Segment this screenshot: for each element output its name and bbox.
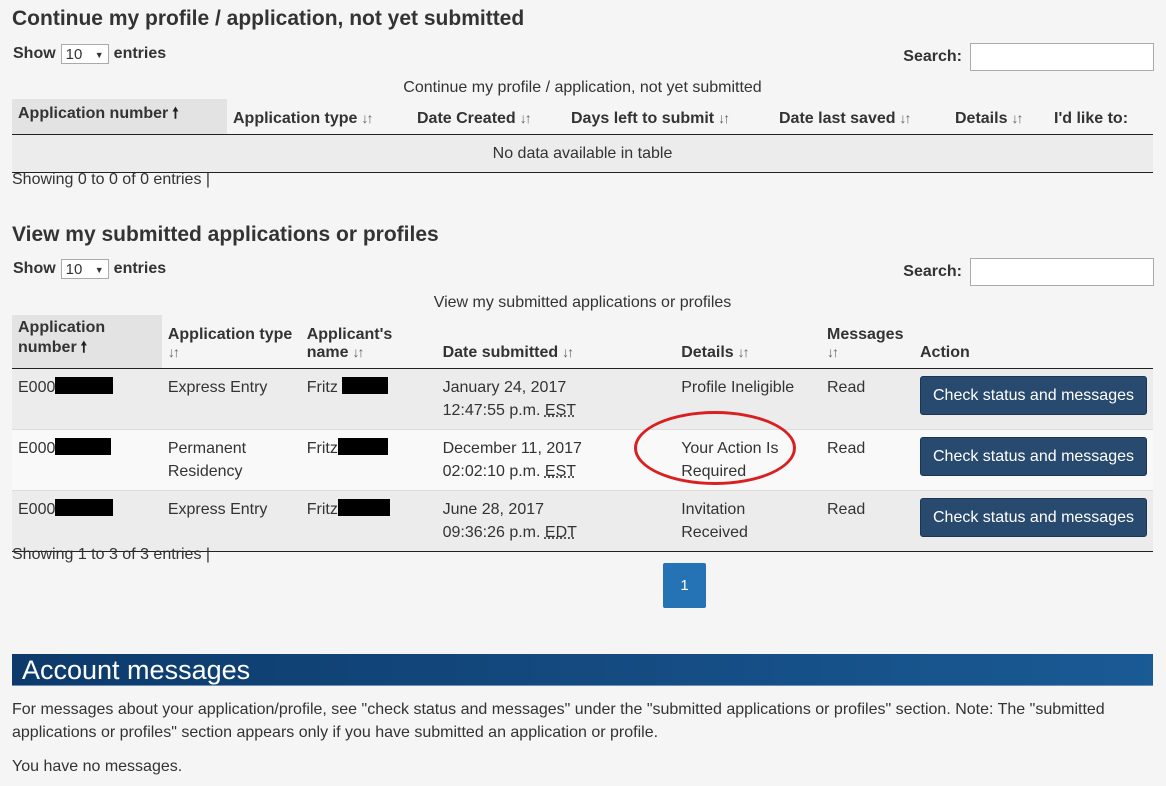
redacted-block [337,499,390,516]
submitted-table: Application number 🠕 Application type ↓↑ A… [12,315,1153,552]
table-row: E000 Express Entry Fritz June 28, 2017 09… [12,490,1153,552]
unsubmitted-table: Application number 🠕 Application type ↓↑ D… [12,99,1153,173]
redacted-block [337,438,388,455]
sort-icon: ↓↑ [562,344,574,360]
check-status-button[interactable]: Check status and messages [920,437,1147,476]
sort-icon: ↓↑ [826,344,839,360]
table-header-row: Application number 🠕 Application type ↓↑ D… [12,99,1153,135]
empty-message: No data available in table [12,134,1153,173]
timezone-abbr: EDT [544,524,577,541]
cell-date-submitted: January 24, 2017 12:47:55 p.m. EST [436,368,676,430]
cell-application-type: Permanent Residency [161,429,301,491]
pagination-page-1[interactable]: 1 [663,563,706,608]
col-header-days-left[interactable]: Days left to submit ↓↑ [565,99,773,135]
col-header-details[interactable]: Details ↓↑ [675,315,821,369]
col-header-messages[interactable]: Messages ↓↑ [820,315,914,369]
search-label: Search: [903,263,962,280]
redacted-block [342,377,389,394]
sort-icon: ↓↑ [167,344,180,360]
entries-label: entries [113,45,167,62]
col-header-actions: I'd like to: [1048,99,1153,135]
table-row: E000 Permanent Residency Fritz December … [12,429,1153,491]
table-header-row: Application number 🠕 Application type ↓↑ A… [12,315,1153,369]
cell-application-type: Express Entry [161,490,301,552]
chevron-down-icon: ▼ [94,265,104,275]
check-status-button[interactable]: Check status and messages [920,376,1147,415]
account-messages-banner: Account messages [12,654,1153,686]
redacted-block [55,499,114,516]
cell-action: Check status and messages [914,368,1153,430]
sort-asc-icon: 🠕 [80,339,88,356]
search-control: Search: [903,43,1154,71]
timezone-abbr: EST [544,463,577,480]
table-row: E000 Express Entry Fritz January 24, 201… [12,368,1153,430]
cell-applicant-name: Fritz [300,429,437,491]
search-label: Search: [903,48,962,65]
cell-application-number: E000 [12,490,162,552]
cell-application-type: Express Entry [161,368,301,430]
col-header-date-last-saved[interactable]: Date last saved ↓↑ [773,99,949,135]
sort-icon: ↓↑ [899,110,912,126]
page: Continue my profile / application, not y… [0,0,1166,786]
show-label: Show [13,45,56,62]
chevron-down-icon: ▼ [94,50,104,60]
col-header-date-submitted[interactable]: Date submitted ↓↑ [436,315,676,369]
cell-messages: Read [820,490,914,552]
show-label: Show [13,260,56,277]
col-header-application-number[interactable]: Application number 🠕 [12,99,227,135]
col-header-details[interactable]: Details ↓↑ [949,99,1048,135]
cell-action: Check status and messages [914,490,1153,552]
table-row-empty: No data available in table [12,134,1153,173]
search-control: Search: [903,258,1154,286]
col-header-applicant-name[interactable]: Applicant's name ↓↑ [300,315,437,369]
section-title-unsubmitted: Continue my profile / application, not y… [12,7,525,30]
table-info: Showing 1 to 3 of 3 entries | [12,546,211,563]
cell-messages: Read [820,429,914,491]
redacted-block [55,438,112,455]
check-status-button[interactable]: Check status and messages [920,498,1147,537]
col-header-application-number[interactable]: Application number 🠕 [12,315,162,369]
entries-label: entries [113,260,167,277]
cell-applicant-name: Fritz [300,490,437,552]
search-input[interactable] [970,258,1154,286]
col-header-application-type[interactable]: Application type ↓↑ [161,315,301,369]
sort-icon: ↓↑ [352,344,365,360]
sort-asc-icon: 🠕 [172,105,179,122]
highlight-circle [634,411,796,485]
sort-icon: ↓↑ [361,110,373,126]
entries-length-control: Show 10 ▼ entries [13,44,166,64]
cell-applicant-name: Fritz [300,368,437,430]
sort-icon: ↓↑ [519,110,532,126]
entries-length-control: Show 10 ▼ entries [13,259,166,279]
entries-select[interactable]: 10 ▼ [60,259,109,279]
timezone-abbr: EST [544,402,577,419]
cell-details: Invitation Received [675,490,821,552]
no-messages-text: You have no messages. [12,758,183,775]
table-caption: Continue my profile / application, not y… [403,79,762,96]
col-header-application-type[interactable]: Application type ↓↑ [227,99,411,135]
sort-icon: ↓↑ [737,344,750,360]
cell-application-number: E000 [12,368,162,430]
redacted-block [55,377,114,394]
search-input[interactable] [970,43,1154,71]
table-info: Showing 0 to 0 of 0 entries | [12,171,211,188]
col-header-action: Action [914,315,1153,369]
sort-icon: ↓↑ [1011,110,1023,126]
table-caption: View my submitted applications or profil… [433,294,732,311]
cell-messages: Read [820,368,914,430]
col-header-date-created[interactable]: Date Created ↓↑ [411,99,565,135]
cell-action: Check status and messages [914,429,1153,491]
sort-icon: ↓↑ [718,110,730,126]
account-messages-note: For messages about your application/prof… [12,701,1105,741]
cell-application-number: E000 [12,429,162,491]
entries-select[interactable]: 10 ▼ [60,44,109,64]
section-title-submitted: View my submitted applications or profil… [12,223,439,246]
cell-date-submitted: June 28, 2017 09:36:26 p.m. EDT [436,490,676,552]
